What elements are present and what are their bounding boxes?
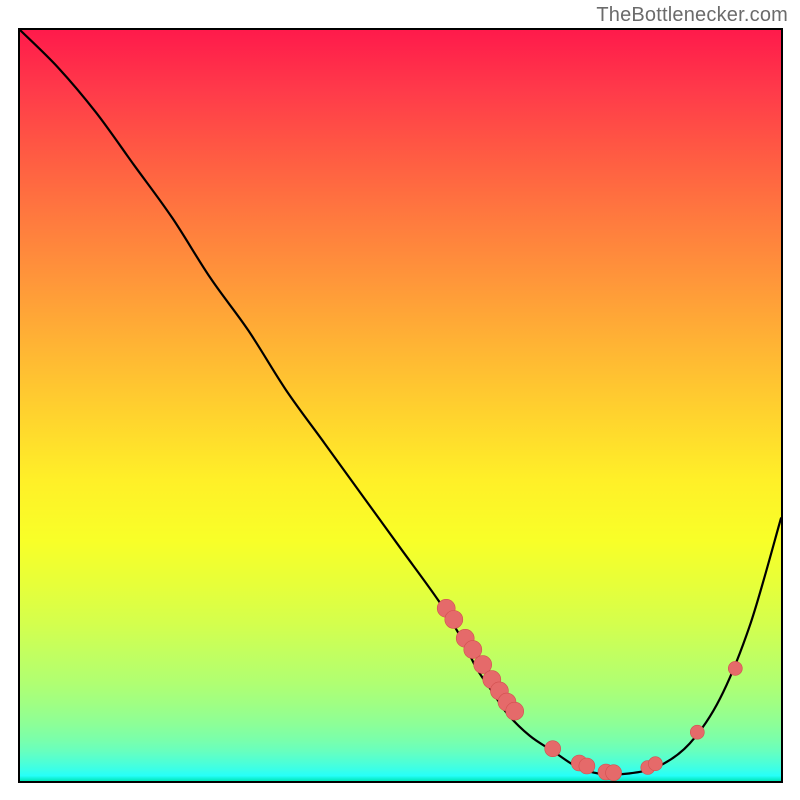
- scatter-point: [506, 702, 524, 720]
- scatter-point: [690, 725, 704, 739]
- chart-container: TheBottlenecker.com: [0, 0, 800, 800]
- scatter-point: [579, 758, 595, 774]
- scatter-point: [648, 757, 662, 771]
- attribution-text: TheBottlenecker.com: [596, 4, 788, 27]
- plot-frame: [18, 28, 783, 783]
- bottleneck-curve: [20, 30, 781, 774]
- scatter-point: [606, 765, 622, 781]
- scatter-point: [545, 741, 561, 757]
- chart-svg: [20, 30, 781, 781]
- scatter-point: [445, 611, 463, 629]
- scatter-point: [464, 641, 482, 659]
- scatter-points: [437, 599, 742, 780]
- scatter-point: [728, 661, 742, 675]
